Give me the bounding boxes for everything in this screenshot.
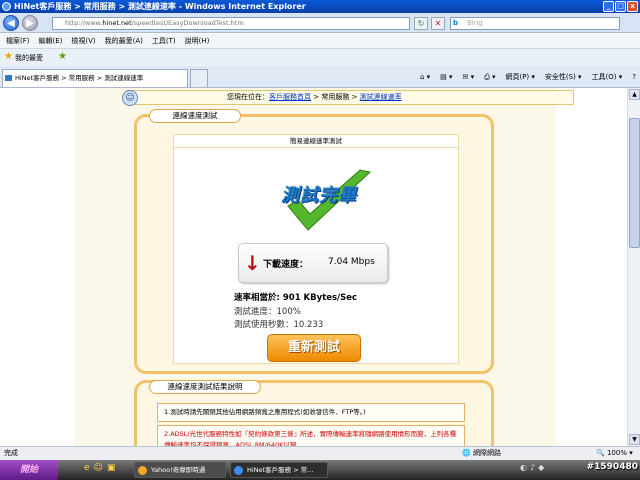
menu-favorites[interactable]: 我的最愛(A) bbox=[105, 34, 143, 48]
menu-edit[interactable]: 編輯(E) bbox=[39, 34, 63, 48]
ie-icon bbox=[2, 2, 11, 11]
scroll-thumb[interactable] bbox=[629, 118, 640, 248]
test-duration: 測試使用秒數：10.233 bbox=[234, 320, 324, 330]
users-icon: ☺ bbox=[122, 90, 138, 106]
results-notes-panel: 連線速度測試結果說明 1.測試時請先關閉其他佔用網路頻寬之應用程式(如收發信件、… bbox=[134, 380, 494, 446]
maximize-button[interactable]: □ bbox=[615, 1, 626, 12]
taskbar-item-ie[interactable]: HiNet客戶服務 > 常... bbox=[230, 462, 328, 478]
tab-row: HiNet客戶服務 > 常用服務 > 測試連線速率 ⌂ ▾ ▤ ▾ ✉ ▾ ⎙ … bbox=[0, 66, 640, 88]
refresh-icon[interactable]: ↻ bbox=[414, 17, 428, 30]
menu-view[interactable]: 檢視(V) bbox=[71, 34, 95, 48]
new-tab-button[interactable] bbox=[190, 69, 208, 87]
feeds-icon[interactable]: ▤ ▾ bbox=[440, 71, 452, 83]
yahoo-icon bbox=[138, 466, 147, 475]
ie-quick-icon[interactable]: e bbox=[84, 463, 90, 473]
security-zone: 🌐 網際網路 bbox=[462, 449, 501, 457]
status-bar: 完成 🌐 網際網路 🔍 100% ▾ bbox=[0, 446, 640, 460]
menu-help[interactable]: 說明(H) bbox=[185, 34, 210, 48]
tab-hinet[interactable]: HiNet客戶服務 > 常用服務 > 測試連線速率 bbox=[2, 69, 188, 87]
test-progress: 測試進度：100% bbox=[234, 307, 301, 317]
taskbar-item-label: Yahoo!奇摩即時通 bbox=[151, 466, 206, 474]
note-item: 1.測試時請先關閉其他佔用網路頻寬之應用程式(如收發信件、FTP等。) bbox=[157, 403, 465, 422]
vertical-scrollbar[interactable]: ▲ ▼ bbox=[627, 88, 640, 446]
tray-volume-icon[interactable]: ♪ bbox=[530, 463, 535, 472]
stop-icon[interactable]: ✕ bbox=[431, 17, 445, 30]
favorites-star-icon[interactable]: ★ bbox=[4, 51, 13, 62]
url-path: /speedtest/EasyDownloadTest.htm bbox=[131, 19, 244, 27]
search-input[interactable]: b Bing bbox=[450, 17, 620, 30]
home-icon[interactable]: ⌂ ▾ bbox=[420, 71, 430, 83]
tab-favicon-icon bbox=[5, 75, 12, 81]
menu-file[interactable]: 檔案(F) bbox=[6, 34, 30, 48]
search-placeholder: Bing bbox=[467, 19, 483, 27]
tools-menu[interactable]: 工具(O) ▾ bbox=[592, 71, 623, 83]
result-box: 簡易連線速率測試 測試完畢 ↓ 下載速度： 7.04 Mbps 速率相當於: 9… bbox=[173, 134, 459, 364]
command-bar: ⌂ ▾ ▤ ▾ ✉ ▾ ⎙ ▾ 網頁(P) ▾ 安全性(S) ▾ 工具(O) ▾… bbox=[420, 71, 636, 83]
safety-menu[interactable]: 安全性(S) ▾ bbox=[545, 71, 582, 83]
url-field[interactable]: http://www.hinet.net/speedtest/EasyDownl… bbox=[52, 17, 410, 30]
tray-network-icon[interactable]: ◐ bbox=[520, 463, 527, 472]
taskbar-item-label: HiNet客戶服務 > 常... bbox=[247, 466, 314, 474]
notes-list: 1.測試時請先關閉其他佔用網路頻寬之應用程式(如收發信件、FTP等。) 2.AD… bbox=[157, 403, 465, 446]
close-button[interactable]: x bbox=[627, 1, 638, 12]
start-button[interactable]: 開始 bbox=[0, 460, 58, 480]
security-zone-label: 網際網路 bbox=[472, 449, 501, 457]
zoom-value: 100% bbox=[606, 449, 627, 457]
quick-launch: e ☺ ▣ bbox=[84, 463, 115, 473]
watermark: #1590480 bbox=[586, 462, 638, 472]
panel-title: 連線速度測試 bbox=[149, 109, 241, 123]
scroll-down-icon[interactable]: ▼ bbox=[629, 434, 640, 445]
taskbar-item-yahoo[interactable]: Yahoo!奇摩即時通 bbox=[134, 462, 226, 478]
status-text: 完成 bbox=[4, 449, 18, 457]
download-speed-label: 下載速度： bbox=[263, 260, 309, 270]
mail-icon[interactable]: ✉ ▾ bbox=[463, 71, 475, 83]
desktop-quick-icon[interactable]: ▣ bbox=[107, 463, 116, 473]
breadcrumb-separator: > 常用服務 > bbox=[311, 93, 360, 101]
note-item: 2.ADSL/光世代服務特性如『契約條款第三條』所述，實際傳輸速率將隨網路使用情… bbox=[157, 425, 465, 446]
ie-taskbar-icon bbox=[234, 466, 243, 475]
favorites-bar: ★ 我的最愛 ★ bbox=[0, 48, 640, 66]
add-favorite-icon[interactable]: ★ bbox=[58, 51, 67, 62]
window-title: HiNet客戶服務 > 常用服務 > 測試連線速率 - Windows Inte… bbox=[14, 2, 306, 11]
breadcrumb-speedtest-link[interactable]: 測試連線速率 bbox=[360, 93, 402, 101]
bing-icon: b bbox=[453, 19, 459, 27]
speed-test-panel: 連線速度測試 簡易連線速率測試 測試完畢 ↓ 下載速度： 7.04 Mbps 速… bbox=[134, 109, 494, 374]
test-complete-graphic: 測試完畢 bbox=[274, 168, 384, 238]
download-speed-value: 7.04 Mbps bbox=[328, 257, 375, 267]
result-header: 簡易連線速率測試 bbox=[174, 135, 458, 148]
address-row: ◀ ▶ http://www.hinet.net/speedtest/EasyD… bbox=[0, 13, 640, 33]
menu-tools[interactable]: 工具(T) bbox=[152, 34, 176, 48]
retest-button[interactable]: 重新測試 bbox=[267, 334, 361, 362]
system-tray: ◐ ♪ ◆ bbox=[520, 463, 544, 472]
page-viewport: ☺ 您現在位在：客戶服務首頁 > 常用服務 > 測試連線速率 連線速度測試 簡易… bbox=[0, 88, 627, 446]
down-arrow-icon: ↓ bbox=[244, 251, 261, 275]
taskbar: 開始 e ☺ ▣ Yahoo!奇摩即時通 HiNet客戶服務 > 常... ◐ … bbox=[0, 460, 640, 480]
breadcrumb-home-link[interactable]: 客戶服務首頁 bbox=[269, 93, 311, 101]
test-complete-text: 測試完畢 bbox=[281, 185, 357, 206]
download-speed-box: ↓ 下載速度： 7.04 Mbps bbox=[238, 243, 388, 283]
zoom-control[interactable]: 🔍 100% ▾ bbox=[596, 447, 633, 460]
url-prefix: http://www. bbox=[65, 19, 103, 27]
scroll-up-icon[interactable]: ▲ bbox=[629, 89, 640, 100]
forward-button[interactable]: ▶ bbox=[22, 15, 38, 31]
window-titlebar: HiNet客戶服務 > 常用服務 > 測試連線速率 - Windows Inte… bbox=[0, 0, 640, 13]
breadcrumb: ☺ 您現在位在：客戶服務首頁 > 常用服務 > 測試連線速率 bbox=[122, 90, 574, 106]
favorites-label[interactable]: 我的最愛 bbox=[15, 53, 43, 63]
notes-title: 連線速度測試結果說明 bbox=[149, 380, 261, 394]
minimize-button[interactable]: _ bbox=[603, 1, 614, 12]
page-menu[interactable]: 網頁(P) ▾ bbox=[505, 71, 534, 83]
tray-shield-icon[interactable]: ◆ bbox=[538, 463, 544, 472]
breadcrumb-prefix: 您現在位在： bbox=[227, 93, 269, 101]
url-domain: hinet.net bbox=[102, 19, 132, 27]
page-content: ☺ 您現在位在：客戶服務首頁 > 常用服務 > 測試連線速率 連線速度測試 簡易… bbox=[74, 88, 574, 446]
menu-bar: 檔案(F) 編輯(E) 檢視(V) 我的最愛(A) 工具(T) 說明(H) bbox=[0, 34, 640, 48]
back-button[interactable]: ◀ bbox=[3, 15, 19, 31]
help-icon[interactable]: ? bbox=[632, 71, 636, 83]
tab-label: HiNet客戶服務 > 常用服務 > 測試連線速率 bbox=[15, 74, 144, 82]
messenger-quick-icon[interactable]: ☺ bbox=[94, 463, 103, 473]
equivalent-rate: 速率相當於: 901 KBytes/Sec bbox=[234, 293, 358, 303]
print-icon[interactable]: ⎙ ▾ bbox=[484, 71, 495, 83]
